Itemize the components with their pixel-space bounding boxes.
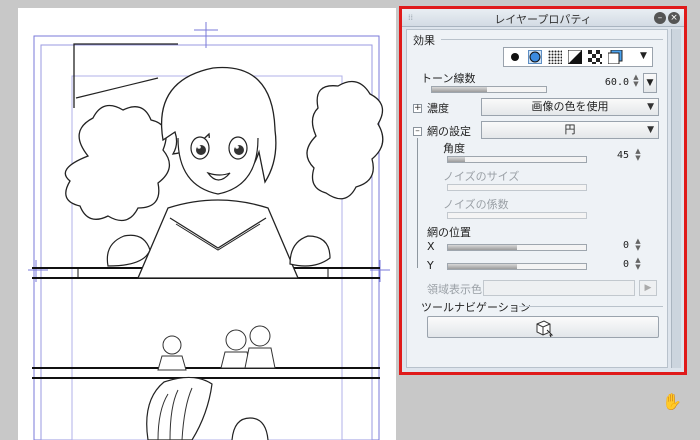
spin-arrows-icon[interactable]: ▲ ▼ [633,257,643,271]
x-slider[interactable] [447,244,587,251]
divider [441,39,663,40]
panel-title: レイヤープロパティ [494,13,592,26]
tone-lines-value[interactable]: 60.0 [589,77,629,88]
chevron-down-icon: ▼ [647,125,654,135]
canvas-area[interactable] [0,0,396,440]
dot-settings-label: 網の設定 [427,125,471,138]
noise-size-label: ノイズのサイズ [443,170,520,183]
spin-arrows-icon[interactable]: ▲ ▼ [633,148,643,162]
area-color-swatch [483,280,635,296]
y-slider[interactable] [447,263,587,270]
density-selected: 画像の色を使用 [531,100,609,113]
y-label: Y [427,259,434,272]
noise-factor-slider [447,212,587,219]
expand-icon[interactable]: + [413,104,422,113]
angle-value[interactable]: 45 [589,150,629,161]
chevron-down-icon: ▼ [647,102,654,112]
spin-arrows-icon[interactable]: ▲ ▼ [631,74,641,88]
dot-position-label: 網の位置 [427,226,471,239]
divider [519,306,663,307]
chevron-down-icon[interactable]: ▼ [640,51,647,61]
effects-toolbar: ▼ [503,47,653,67]
tree-line [417,138,418,268]
checker-icon[interactable] [588,50,602,64]
x-value[interactable]: 0 [589,240,629,251]
tone-lines-label: トーン線数 [421,72,476,85]
slider-fill [448,264,517,269]
slider-fill [448,245,517,250]
minimize-icon[interactable]: – [654,12,666,24]
density-select[interactable]: 画像の色を使用 ▼ [481,98,659,116]
y-value[interactable]: 0 [589,259,629,270]
layer-color-icon[interactable] [607,49,623,65]
layer-property-panel: ⁞⁞ レイヤープロパティ – × 効果 ▼ トーン線数 60.0 ▲ ▼ ▼ + … [399,6,687,375]
manga-page[interactable] [18,8,396,440]
tone-lines-dropdown[interactable]: ▼ [643,73,657,93]
panel-title-bar[interactable]: ⁞⁞ レイヤープロパティ – × [402,9,684,27]
slider-fill [448,157,465,162]
tone-lines-slider[interactable] [431,86,547,93]
cube-icon [536,320,554,337]
tool-nav-label: ツールナビゲーション [421,301,531,314]
spin-arrows-icon[interactable]: ▲ ▼ [633,238,643,252]
density-label: 濃度 [427,102,449,115]
slider-fill [432,87,487,92]
dot-shape-select[interactable]: 円 ▼ [481,121,659,139]
effects-label: 効果 [413,34,435,47]
manga-illustration [28,22,390,440]
area-color-label: 領域表示色 [427,283,482,296]
noise-size-slider [447,184,587,191]
panel-scrollbar[interactable] [671,29,681,368]
angle-slider[interactable] [447,156,587,163]
noise-factor-label: ノイズの係数 [443,198,509,211]
collapse-icon[interactable]: – [413,127,422,136]
threshold-icon[interactable] [567,49,583,65]
play-icon: ▶ [639,280,657,296]
hand-cursor-icon: ✋ [662,392,682,411]
close-icon[interactable]: × [668,12,680,24]
dot-tone-icon[interactable] [548,50,562,64]
border-effect-icon[interactable] [508,50,522,64]
angle-label: 角度 [443,142,465,155]
tone-effect-icon[interactable] [528,50,542,64]
x-label: X [427,240,435,253]
dot-shape-selected: 円 [564,123,576,136]
panel-body: 効果 ▼ トーン線数 60.0 ▲ ▼ ▼ + 濃度 画像の色を使用 ▼ – 網の… [406,29,668,368]
tool-nav-button[interactable] [427,316,659,338]
